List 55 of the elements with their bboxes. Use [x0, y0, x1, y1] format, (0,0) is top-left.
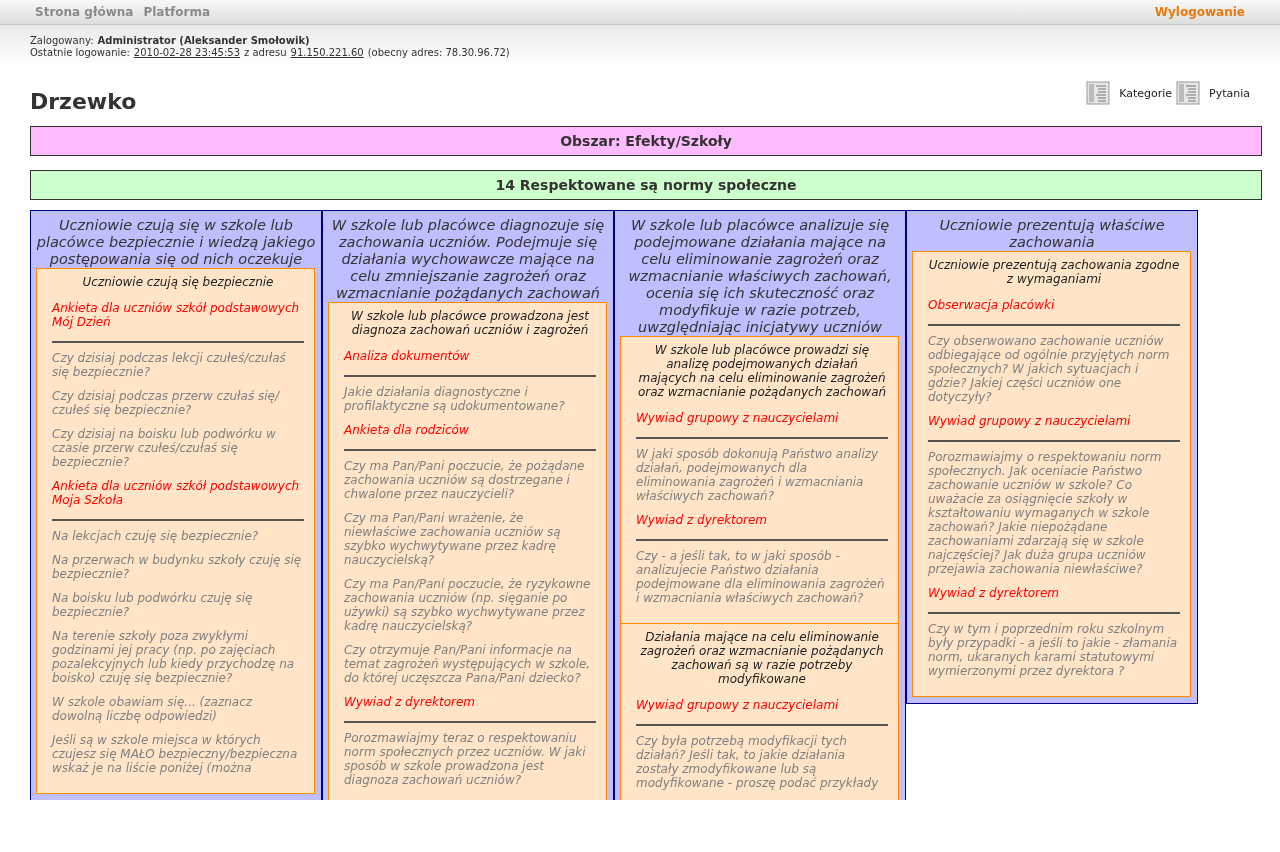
tool-heading: Ankieta dla uczniów szkół podstawowych Mój Dzień — [52, 301, 301, 329]
question-text: Porozmawiajmy o respektowaniu norm społecznych. Jak oceniacie Państwo zachowanie uczniów w szkole? Co uważacie za osiągnięcie szkoły w kształtowaniu wymaganych w szkole zachowań? Jakie niepożądane zachowaniami zdarzają się w szkole najczęściej? Jak duża grupa uczniów przejawia zachowania niewłaściwe? — [928, 450, 1163, 576]
question-text: Na boisku lub podwórku czuję się bezpiecznie? — [52, 591, 254, 619]
current-address: (obecny adres: 78.30.96.72) — [367, 47, 510, 59]
tool-heading: Wywiad grupowy z nauczycielami — [636, 411, 840, 425]
tool-heading: Ankieta dla uczniów szkół podstawowych Moja Szkoła — [52, 479, 301, 507]
indicator-title: W szkole lub placówce prowadzi się analizę podejmowanych działań mających na celu eliminowanie zagrożeń oraz wzmacnianie pożądanych zachowań — [636, 343, 888, 401]
question-text: Czy otrzymuje Pan/Pani informacje na temat zagrożeń występujących w szkole, do której uczęszcza Pana/Pani dziecko? — [344, 643, 592, 685]
indicator-title: W szkole lub placówce prowadzona jest diagnoza zachowań uczniów i zagrożeń — [349, 309, 591, 339]
question-text: Na lekcjach czuję się bezpiecznie? — [52, 529, 260, 543]
column-title: Uczniowie czują się w szkole lub placówce bezpiecznie i wiedzą jakiego postępowania się od nich oczekuje — [35, 216, 317, 268]
question-text: Czy obserwowano zachowanie uczniów odbiegające od ogólnie przyjętych norm społecznych? W jakich sytuacjach i gdzie? Jakiej części uczniów one dotyczyły? — [928, 334, 1171, 404]
question-text: Na przerwach w budynku szkoły czuję się bezpiecznie? — [52, 553, 303, 581]
toolbar-link[interactable]: Kategorie — [1119, 86, 1173, 100]
tool-heading: Wywiad z dyrektorem — [344, 695, 477, 709]
tree-document-icon[interactable] — [1176, 81, 1201, 105]
login-date-link[interactable]: 2010-02-28 23:45:53 — [133, 47, 241, 59]
column-title: Uczniowie prezentują właściwe zachowania — [938, 216, 1166, 251]
question-text: Na terenie szkoły poza zwykłymi godzinami jej pracy (np. po zajęciach pozalekcyjnych lub kiedy przychodzę na boisko) czuję się bezpiecznie? — [52, 629, 296, 685]
tool-heading: Wywiad z dyrektorem — [636, 513, 769, 527]
login-label: Zalogowany: — [30, 35, 94, 47]
question-text: Czy była potrzebą modyfikacji tych działań? Jeśli tak, to jakie działania zostały zmodyfikowane lub są modyfikowane - proszę podać przykłady — [636, 734, 880, 790]
tree-document-icon[interactable] — [1086, 81, 1111, 105]
tool-heading: Wywiad z dyrektorem — [928, 586, 1061, 600]
question-text: W jaki sposób dokonują Państwo analizy działań, podejmowanych dla eliminowania zagrożeń i wzmacniania właściwych zachowań? — [636, 447, 880, 503]
tool-heading: Ankieta dla rodziców — [344, 423, 470, 437]
question-text: Czy ma Pan/Pani poczucie, że ryzykowne zachowania uczniów (np. sięganie po używki) są szybko wychwytywane przez kadrę nauczycielską? — [344, 577, 592, 633]
question-text: Czy dzisiaj podczas lekcji czułeś/czułaś się bezpiecznie? — [52, 351, 287, 379]
question-text: Czy ma Pan/Pani poczucie, że pożądane zachowania uczniów są dostrzegane i chwalone przez nauczycieli? — [344, 459, 586, 501]
page-title: Drzewko — [30, 89, 137, 114]
tool-heading: Obserwacja placówki — [928, 298, 1056, 312]
user-name: Administrator (Aleksander Smołowik) — [97, 35, 310, 47]
question-text: Jakie działania diagnostyczne i profilaktyczne są udokumentowane? — [344, 385, 566, 413]
question-text: Czy ma Pan/Pani wrażenie, że niewłaściwe zachowania uczniów są szybko wychwytywane przez kadrę nauczycielską? — [344, 511, 562, 567]
indicator-title: Działania mające na celu eliminowanie zagrożeń oraz wzmacnianie pożądanych zachowań są w razie potrzeby modyfikowane — [639, 630, 885, 688]
indicator-title: Uczniowie prezentują zachowania zgodne z wymaganiami — [928, 258, 1180, 288]
question-text: Czy w tym i poprzednim roku szkolnym były przypadki - a jeśli to jakie - złamania norm, ukaranych karami statutowymi wymierzonymi przez dyrektora ? — [928, 622, 1179, 678]
tool-heading: Wywiad grupowy z nauczycielami — [636, 698, 840, 712]
question-text: Czy dzisiaj na boisku lub podwórku w czasie przerw czułeś/czułaś się bezpiecznie? — [52, 427, 277, 469]
column-title: W szkole lub placówce analizuje się podejmowane działania mające na celu eliminowanie zagrożeń oraz wzmacnianie właściwych zachowań, ocenia się ich skuteczność oraz modyfikuje w razie potrzeb, uwzględniając inicjatywy uczniów — [627, 216, 893, 336]
question-text: Porozmawiajmy teraz o respektowaniu norm społecznych przez uczniów. W jaki sposób w szkole prowadzona jest diagnoza zachowań uczniów? — [344, 731, 587, 787]
tool-heading: Analiza dokumentów — [344, 349, 471, 363]
toolbar-link[interactable]: Pytania — [1209, 86, 1250, 100]
ip-address-link[interactable]: 91.150.221.60 — [290, 47, 364, 59]
column-title: W szkole lub placówce diagnozuje się zachowania uczniów. Podejmuje się działania wychowawcze mające na celu zmniejszanie zagrożeń oraz wzmacnianie pożądanych zachowań — [330, 216, 606, 302]
requirement-banner: 14 Respektowane są normy społeczne — [30, 170, 1262, 200]
question-text: Jeśli są w szkole miejsca w których czujesz się MAŁO bezpieczny/bezpieczna wskaż je na liście poniżej (można — [52, 733, 299, 775]
address-label: z adresu — [244, 47, 287, 59]
question-text: Czy dzisiaj podczas przerw czułaś się/ czułeś się bezpiecznie? — [52, 389, 281, 417]
question-text: W szkole obawiam się... (zaznacz dowolną liczbę odpowiedzi) — [52, 695, 254, 723]
last-login-label: Ostatnie logowanie: — [30, 47, 130, 59]
indicator-title: Uczniowie czują się bezpiecznie — [81, 275, 275, 291]
tool-heading: Wywiad grupowy z nauczycielami — [928, 414, 1132, 428]
area-banner: Obszar: Efekty/Szkoły — [30, 126, 1262, 156]
question-text: Czy - a jeśli tak, to w jaki sposób - analizujecie Państwo działania podejmowane dla eliminowania zagrożeń i wzmacniania właściwych zachowań? — [636, 549, 886, 605]
